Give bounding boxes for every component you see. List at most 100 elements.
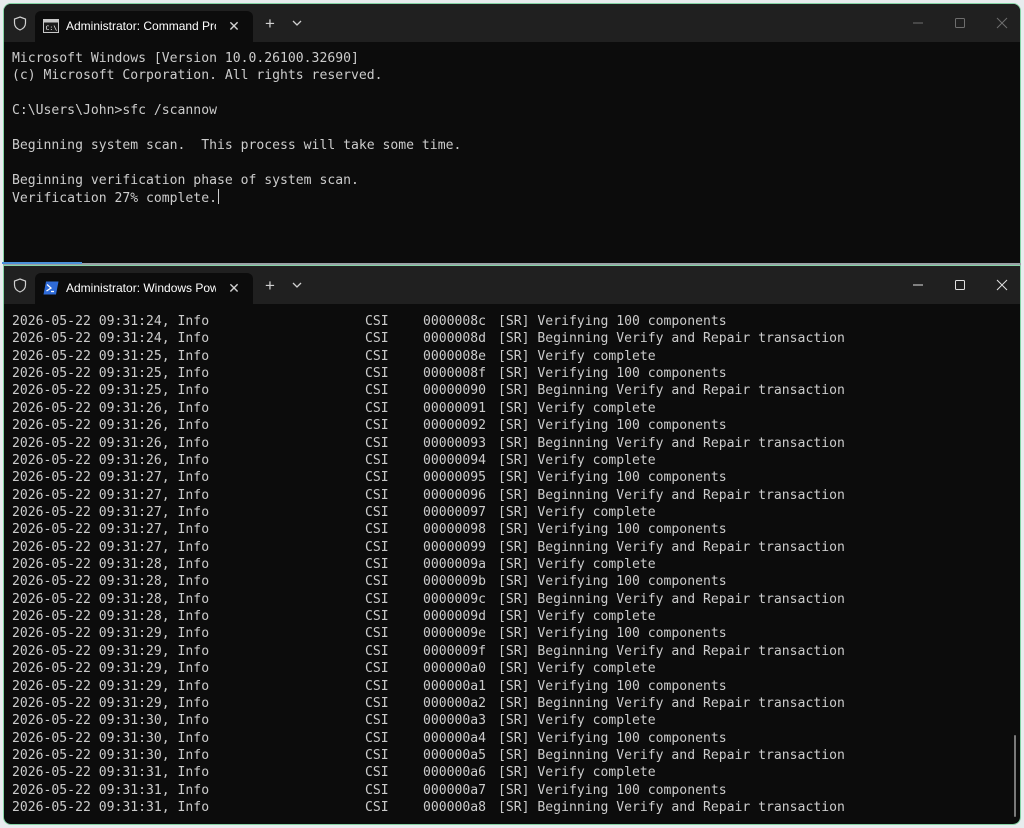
- close-window-button[interactable]: [992, 276, 1012, 294]
- log-timestamp: 2026-05-22 09:31:28, Info: [12, 574, 210, 590]
- log-message: [SR] Verifying 100 components: [498, 314, 727, 329]
- log-row: 2026-05-22 09:31:26, Info CSI 00000092 [SR]…: [12, 417, 1012, 434]
- title-bar[interactable]: C:\ Administrator: Command Prompt ✕ +: [4, 4, 1020, 42]
- close-tab-button[interactable]: ✕: [223, 277, 245, 299]
- minimize-button[interactable]: [908, 276, 928, 294]
- terminal-line-progress: Verification 27% complete.: [12, 189, 1012, 207]
- log-message: [SR] Verifying 100 components: [498, 626, 727, 642]
- scrollbar[interactable]: [1014, 735, 1016, 817]
- log-timestamp: 2026-05-22 09:31:27, Info: [12, 470, 210, 486]
- log-message: [SR] Beginning Verify and Repair transac…: [498, 331, 845, 347]
- log-message: [SR] Verifying 100 components: [498, 730, 727, 746]
- close-window-button[interactable]: [992, 14, 1012, 32]
- log-component: CSI: [365, 713, 389, 729]
- log-row: 2026-05-22 09:31:26, Info CSI 00000093 [SR]…: [12, 435, 1012, 452]
- terminal-line: C:\Users\John>sfc /scannow: [12, 103, 217, 119]
- log-component: CSI: [365, 678, 389, 694]
- tab-title: Administrator: Command Prompt: [66, 19, 216, 33]
- maximize-button[interactable]: [950, 276, 970, 294]
- log-row: 2026-05-22 09:31:27, Info CSI 00000095 [SR]…: [12, 469, 1012, 486]
- log-message: [SR] Verify complete: [498, 609, 656, 625]
- log-component: CSI: [365, 504, 389, 520]
- log-timestamp: 2026-05-22 09:31:28, Info: [12, 557, 210, 573]
- log-component: CSI: [365, 435, 389, 451]
- log-row: 2026-05-22 09:31:27, Info CSI 00000098 [SR]…: [12, 521, 1012, 538]
- shield-icon: [13, 16, 27, 31]
- log-row: 2026-05-22 09:31:24, Info CSI 0000008c [SR]…: [12, 313, 1012, 330]
- log-timestamp: 2026-05-22 09:31:29, Info: [12, 678, 210, 694]
- log-row: 2026-05-22 09:31:30, Info CSI 000000a5 [SR]…: [12, 747, 1012, 764]
- log-component: CSI: [365, 782, 389, 798]
- log-timestamp: 2026-05-22 09:31:27, Info: [12, 522, 210, 538]
- log-row: 2026-05-22 09:31:27, Info CSI 00000099 [SR]…: [12, 539, 1012, 556]
- log-row: 2026-05-22 09:31:29, Info CSI 0000009f [SR]…: [12, 643, 1012, 660]
- log-message: [SR] Beginning Verify and Repair transac…: [498, 591, 845, 607]
- powershell-window: Administrator: Windows PowerShell ✕ + 20…: [3, 265, 1021, 825]
- log-timestamp: 2026-05-22 09:31:30, Info: [12, 730, 210, 746]
- log-timestamp: 2026-05-22 09:31:31, Info: [12, 800, 210, 816]
- log-component: CSI: [365, 591, 389, 607]
- log-message: [SR] Beginning Verify and Repair transac…: [498, 800, 845, 816]
- log-row: 2026-05-22 09:31:27, Info CSI 00000097 [SR]…: [12, 504, 1012, 521]
- log-message: [SR] Verifying 100 components: [498, 782, 727, 798]
- log-message: [SR] Beginning Verify and Repair transac…: [498, 695, 845, 711]
- log-timestamp: 2026-05-22 09:31:24, Info: [12, 314, 210, 329]
- log-output[interactable]: 2026-05-22 09:31:24, Info CSI 0000008c [SR]…: [12, 313, 1012, 816]
- log-timestamp: 2026-05-22 09:31:29, Info: [12, 661, 210, 677]
- log-message: [SR] Beginning Verify and Repair transac…: [498, 487, 845, 503]
- log-message: [SR] Verify complete: [498, 452, 656, 468]
- log-message: [SR] Verifying 100 components: [498, 678, 727, 694]
- log-timestamp: 2026-05-22 09:31:30, Info: [12, 713, 210, 729]
- chevron-down-icon[interactable]: [290, 278, 304, 292]
- log-entry-id: 000000a8: [423, 800, 487, 816]
- log-entry-id: 0000008e: [423, 348, 487, 364]
- log-row: 2026-05-22 09:31:28, Info CSI 0000009c [SR]…: [12, 591, 1012, 608]
- terminal-output[interactable]: Microsoft Windows [Version 10.0.26100.32…: [12, 50, 1012, 208]
- log-timestamp: 2026-05-22 09:31:28, Info: [12, 591, 210, 607]
- log-message: [SR] Verify complete: [498, 765, 656, 781]
- log-entry-id: 0000008c: [423, 314, 487, 329]
- tab-powershell[interactable]: Administrator: Windows PowerShell ✕: [35, 273, 253, 304]
- log-entry-id: 0000009c: [423, 591, 487, 607]
- log-message: [SR] Beginning Verify and Repair transac…: [498, 383, 845, 399]
- shield-icon: [13, 278, 27, 293]
- log-entry-id: 000000a5: [423, 747, 487, 763]
- log-row: 2026-05-22 09:31:26, Info CSI 00000091 [SR]…: [12, 400, 1012, 417]
- minimize-button[interactable]: [908, 14, 928, 32]
- tab-command-prompt[interactable]: C:\ Administrator: Command Prompt ✕: [35, 11, 253, 42]
- log-timestamp: 2026-05-22 09:31:29, Info: [12, 643, 210, 659]
- log-entry-id: 00000096: [423, 487, 487, 503]
- chevron-down-icon[interactable]: [290, 16, 304, 30]
- log-component: CSI: [365, 730, 389, 746]
- log-component: CSI: [365, 626, 389, 642]
- log-component: CSI: [365, 366, 389, 382]
- log-timestamp: 2026-05-22 09:31:26, Info: [12, 418, 210, 434]
- log-timestamp: 2026-05-22 09:31:31, Info: [12, 782, 210, 798]
- log-row: 2026-05-22 09:31:30, Info CSI 000000a4 [SR]…: [12, 730, 1012, 747]
- close-tab-button[interactable]: ✕: [223, 15, 245, 37]
- maximize-button[interactable]: [950, 14, 970, 32]
- log-row: 2026-05-22 09:31:31, Info CSI 000000a8 [SR]…: [12, 799, 1012, 816]
- log-row: 2026-05-22 09:31:30, Info CSI 000000a3 [SR]…: [12, 712, 1012, 729]
- log-entry-id: 0000009a: [423, 557, 487, 573]
- log-component: CSI: [365, 557, 389, 573]
- new-tab-button[interactable]: +: [262, 15, 278, 32]
- log-timestamp: 2026-05-22 09:31:30, Info: [12, 747, 210, 763]
- new-tab-button[interactable]: +: [262, 277, 278, 294]
- title-bar[interactable]: Administrator: Windows PowerShell ✕ +: [4, 266, 1020, 304]
- log-message: [SR] Beginning Verify and Repair transac…: [498, 643, 845, 659]
- log-entry-id: 000000a4: [423, 730, 487, 746]
- log-message: [SR] Verify complete: [498, 504, 656, 520]
- log-row: 2026-05-22 09:31:29, Info CSI 000000a1 [SR]…: [12, 678, 1012, 695]
- log-component: CSI: [365, 643, 389, 659]
- log-timestamp: 2026-05-22 09:31:25, Info: [12, 348, 210, 364]
- log-row: 2026-05-22 09:31:29, Info CSI 0000009e [SR]…: [12, 625, 1012, 642]
- log-message: [SR] Verifying 100 components: [498, 574, 727, 590]
- log-entry-id: 0000009f: [423, 643, 487, 659]
- log-component: CSI: [365, 574, 389, 590]
- terminal-line: (c) Microsoft Corporation. All rights re…: [12, 68, 383, 84]
- log-entry-id: 00000097: [423, 504, 487, 520]
- log-component: CSI: [365, 747, 389, 763]
- log-message: [SR] Verifying 100 components: [498, 522, 727, 538]
